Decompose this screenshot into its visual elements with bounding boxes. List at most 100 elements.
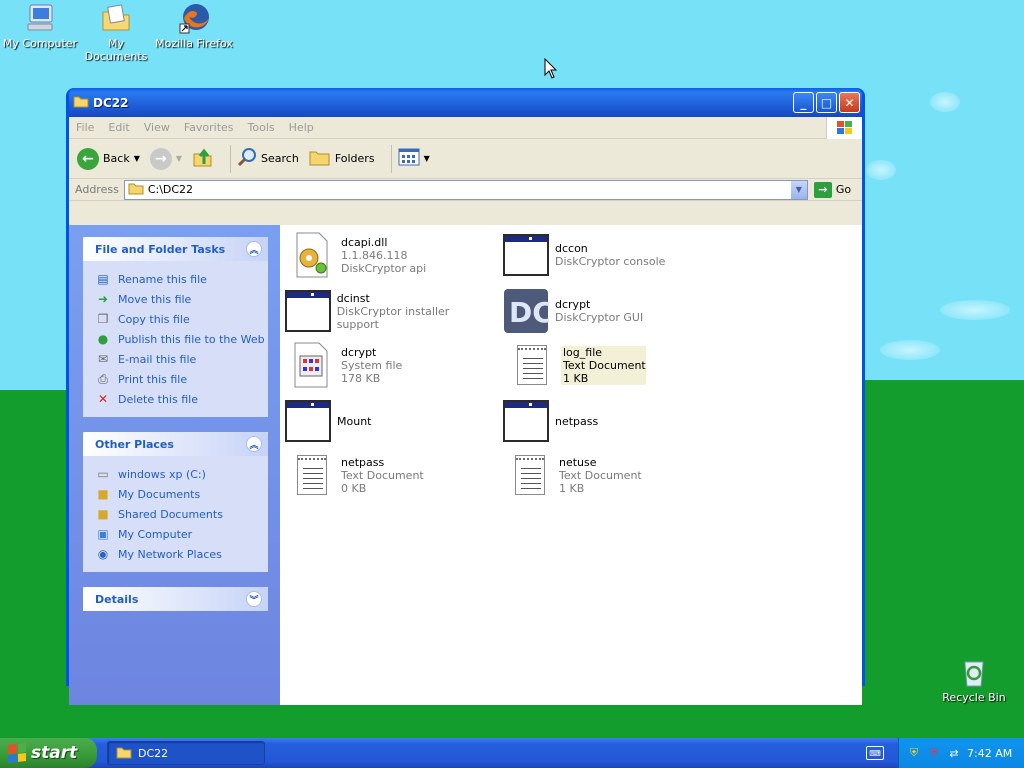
place-network[interactable]: ◉ My Network Places xyxy=(95,544,268,564)
task-delete[interactable]: ✕ Delete this file xyxy=(95,389,268,409)
task-print[interactable]: ⎙ Print this file xyxy=(95,369,268,389)
text-document-icon xyxy=(508,341,556,389)
mouse-cursor-icon xyxy=(544,57,558,83)
dll-icon xyxy=(288,231,336,279)
file-folder-tasks-header[interactable]: File and Folder Tasks ︽ xyxy=(83,237,268,261)
folders-button[interactable]: Folders xyxy=(309,148,375,169)
address-input[interactable]: C:\DC22 ▼ xyxy=(123,179,808,200)
views-button[interactable]: ▼ xyxy=(398,148,430,169)
toolbar-separator xyxy=(390,144,392,173)
explorer-window: DC22 _ □ ✕ File Edit View Favorites Tool… xyxy=(66,88,865,705)
desktop-icon-label: My Computer xyxy=(2,37,78,50)
my-documents-icon: ■ xyxy=(97,487,109,501)
file-item[interactable]: netpass xyxy=(502,397,712,445)
desktop-icon-my-computer[interactable]: My Computer xyxy=(0,2,80,50)
menu-file[interactable]: File xyxy=(69,121,101,134)
file-item[interactable]: dcrypt System file 178 KB xyxy=(288,341,498,389)
task-label: Rename this file xyxy=(118,272,207,286)
copy-icon: ❐ xyxy=(97,312,109,326)
file-item[interactable]: netuse Text Document 1 KB xyxy=(506,451,716,499)
desktop: My Computer My Documents Mozilla Firefox… xyxy=(0,0,1024,738)
network-icon[interactable]: ⇄ xyxy=(947,746,961,760)
task-pane: File and Folder Tasks ︽ ▤ Rename this fil… xyxy=(69,225,280,705)
standard-toolbar: ← Back ▼ → ▼ Search Folders ▼ xyxy=(69,139,862,179)
place-my-documents[interactable]: ■ My Documents xyxy=(95,484,268,504)
security-shield-icon[interactable]: ⛨ xyxy=(907,746,921,760)
menu-help[interactable]: Help xyxy=(282,121,321,134)
title-bar[interactable]: DC22 _ □ ✕ xyxy=(69,88,862,117)
file-item[interactable]: dccon DiskCryptor console xyxy=(502,231,712,279)
file-detail: 0 KB xyxy=(341,481,367,495)
keyboard-icon[interactable]: ⌨ xyxy=(866,746,884,760)
task-copy[interactable]: ❐ Copy this file xyxy=(95,309,268,329)
menu-view[interactable]: View xyxy=(137,121,177,134)
place-my-computer[interactable]: ▣ My Computer xyxy=(95,524,268,544)
address-label: Address xyxy=(75,183,119,196)
up-folder-button[interactable] xyxy=(192,146,214,171)
task-email[interactable]: ✉ E-mail this file xyxy=(95,349,268,369)
file-detail: System file xyxy=(341,358,403,372)
place-shared-documents[interactable]: ■ Shared Documents xyxy=(95,504,268,524)
file-name: dcinst xyxy=(336,291,370,305)
up-folder-icon xyxy=(192,146,214,171)
file-item[interactable]: dcapi.dll 1.1.846.118 DiskCryptor api xyxy=(288,231,498,279)
file-item[interactable]: DC dcrypt DiskCryptor GUI xyxy=(502,287,712,335)
clock[interactable]: 7:42 AM xyxy=(967,747,1012,760)
globe-icon: ● xyxy=(97,332,109,346)
place-label: windows xp (C:) xyxy=(118,467,206,481)
collapse-chevron-icon[interactable]: ︽ xyxy=(246,436,262,452)
address-bar: Address C:\DC22 ▼ → Go xyxy=(69,179,862,201)
file-item-selected[interactable]: log_file Text Document 1 KB xyxy=(508,341,718,389)
desktop-icon-firefox[interactable]: Mozilla Firefox xyxy=(154,2,234,50)
expand-chevron-icon[interactable]: ︾ xyxy=(246,591,262,607)
taskbar: start DC22 ⌨ ⛨ ⛨ ⇄ 7:42 AM xyxy=(0,738,1024,768)
task-move[interactable]: ➜ Move this file xyxy=(95,289,268,309)
file-item[interactable]: Mount xyxy=(284,397,494,445)
place-label: Shared Documents xyxy=(118,507,223,521)
file-detail: DiskCryptor installer support xyxy=(336,304,450,331)
cloud xyxy=(880,340,940,360)
maximize-button[interactable]: □ xyxy=(816,92,837,113)
address-dropdown-icon[interactable]: ▼ xyxy=(790,180,807,199)
search-button[interactable]: Search xyxy=(237,147,299,170)
printer-icon: ⎙ xyxy=(98,371,108,386)
go-button[interactable]: → Go xyxy=(813,181,851,198)
start-button[interactable]: start xyxy=(0,738,97,768)
security-alert-icon[interactable]: ⛨ xyxy=(927,746,941,760)
panel-title: File and Folder Tasks xyxy=(95,242,226,256)
desktop-icon-my-documents[interactable]: My Documents xyxy=(76,2,156,63)
forward-button[interactable]: → ▼ xyxy=(149,147,183,170)
text-document-icon xyxy=(506,451,554,499)
taskbar-item-dc22[interactable]: DC22 xyxy=(107,741,265,765)
app-window-icon xyxy=(284,287,332,335)
maximize-icon: □ xyxy=(820,95,833,110)
back-button[interactable]: ← Back ▼ xyxy=(77,147,140,170)
task-rename[interactable]: ▤ Rename this file xyxy=(95,269,268,289)
panel-title: Details xyxy=(95,592,139,606)
cloud xyxy=(866,160,896,180)
minimize-button[interactable]: _ xyxy=(793,92,814,113)
file-folder-tasks-panel: File and Folder Tasks ︽ ▤ Rename this fil… xyxy=(83,237,268,417)
place-label: My Computer xyxy=(118,527,193,541)
folders-icon xyxy=(309,148,331,169)
cloud xyxy=(940,300,1010,320)
place-local-disk[interactable]: ▭ windows xp (C:) xyxy=(95,464,268,484)
close-button[interactable]: ✕ xyxy=(839,92,860,113)
details-header[interactable]: Details ︾ xyxy=(83,587,268,611)
file-item[interactable]: netpass Text Document 0 KB xyxy=(288,451,498,499)
rename-icon: ▤ xyxy=(97,272,109,286)
menu-favorites[interactable]: Favorites xyxy=(177,121,241,134)
back-dropdown-icon[interactable]: ▼ xyxy=(134,154,140,163)
menu-edit[interactable]: Edit xyxy=(101,121,136,134)
file-detail: DiskCryptor api xyxy=(341,261,427,275)
other-places-header[interactable]: Other Places ︽ xyxy=(83,432,268,456)
toolbar-separator xyxy=(230,144,232,173)
file-item[interactable]: dcinst DiskCryptor installer support xyxy=(284,287,494,335)
task-publish[interactable]: ● Publish this file to the Web xyxy=(95,329,268,349)
collapse-chevron-icon[interactable]: ︽ xyxy=(246,241,262,257)
desktop-icon-recycle-bin[interactable]: Recycle Bin xyxy=(934,656,1014,704)
forward-dropdown-icon: ▼ xyxy=(175,154,183,163)
task-label: Print this file xyxy=(118,372,188,386)
menu-tools[interactable]: Tools xyxy=(241,121,282,134)
menu-bar: File Edit View Favorites Tools Help xyxy=(69,116,862,139)
